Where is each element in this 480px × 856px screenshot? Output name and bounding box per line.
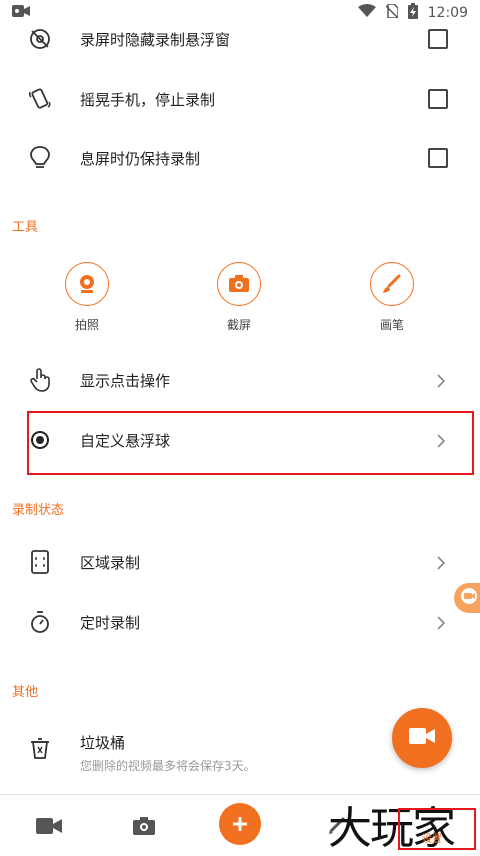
shake-phone-icon <box>26 85 54 113</box>
trash-icon <box>26 734 54 762</box>
camera-icon <box>133 817 155 835</box>
row-label: 定时录制 <box>80 613 141 632</box>
camera-notification-icon <box>12 4 30 22</box>
checkbox[interactable] <box>428 89 448 109</box>
section-title-tools: 工具 <box>12 220 39 235</box>
bottom-add-button[interactable] <box>219 803 261 845</box>
section-title-other: 其他 <box>12 685 39 700</box>
float-ball-handle[interactable] <box>454 583 480 613</box>
setting-label: 息屏时仍保持录制 <box>80 149 201 168</box>
bottom-videos-tab[interactable] <box>34 811 64 841</box>
trash-subtitle: 您删除的视频最多将会保存3天。 <box>80 759 256 773</box>
row-area-record[interactable]: 区域录制 <box>0 547 480 577</box>
lightbulb-icon <box>26 144 54 172</box>
tool-label: 画笔 <box>379 318 404 332</box>
row-timed-record[interactable]: 定时录制 <box>0 607 480 637</box>
status-time: 12:09 <box>427 5 468 21</box>
camera-icon <box>217 262 261 306</box>
highlight-box <box>27 411 474 475</box>
bottom-screenshots-tab[interactable] <box>129 811 159 841</box>
record-fab-button[interactable] <box>392 708 452 768</box>
video-camera-icon <box>409 726 435 750</box>
video-camera-icon <box>460 588 480 608</box>
eye-off-icon <box>26 25 54 53</box>
bottom-settings-label[interactable]: 设置 <box>422 830 442 845</box>
setting-label: 录屏时隐藏录制悬浮窗 <box>80 30 231 49</box>
wifi-icon <box>357 4 376 22</box>
row-show-touches[interactable]: 显示点击操作 <box>0 365 480 395</box>
row-label: 显示点击操作 <box>80 371 171 390</box>
battery-charging-icon <box>407 3 418 23</box>
tool-photo[interactable]: 拍照 <box>47 262 127 333</box>
area-select-icon <box>26 548 54 576</box>
video-camera-icon <box>36 818 62 834</box>
touch-hand-icon <box>26 366 54 394</box>
plus-icon <box>233 817 247 831</box>
checkbox[interactable] <box>428 148 448 168</box>
brush-icon <box>370 262 414 306</box>
row-label: 区域录制 <box>80 553 141 572</box>
no-sim-icon <box>385 3 399 22</box>
tool-screenshot[interactable]: 截屏 <box>199 262 279 333</box>
setting-label: 摇晃手机，停止录制 <box>80 90 216 109</box>
setting-hide-float-window[interactable]: 录屏时隐藏录制悬浮窗 <box>0 24 480 54</box>
tool-label: 截屏 <box>226 318 251 332</box>
chevron-right-icon <box>434 373 448 388</box>
setting-keep-recording-screen-off[interactable]: 息屏时仍保持录制 <box>0 143 480 173</box>
chevron-right-icon <box>434 615 448 630</box>
setting-shake-stop[interactable]: 摇晃手机，停止录制 <box>0 84 480 114</box>
chevron-right-icon <box>434 555 448 570</box>
checkbox[interactable] <box>428 29 448 49</box>
tool-brush[interactable]: 画笔 <box>352 262 432 333</box>
stopwatch-icon <box>26 608 54 636</box>
row-label: 垃圾桶 <box>80 734 126 752</box>
tool-label: 拍照 <box>74 318 99 332</box>
section-title-record-state: 录制状态 <box>12 503 65 518</box>
status-bar: 12:09 <box>0 0 480 26</box>
webcam-icon <box>65 262 109 306</box>
